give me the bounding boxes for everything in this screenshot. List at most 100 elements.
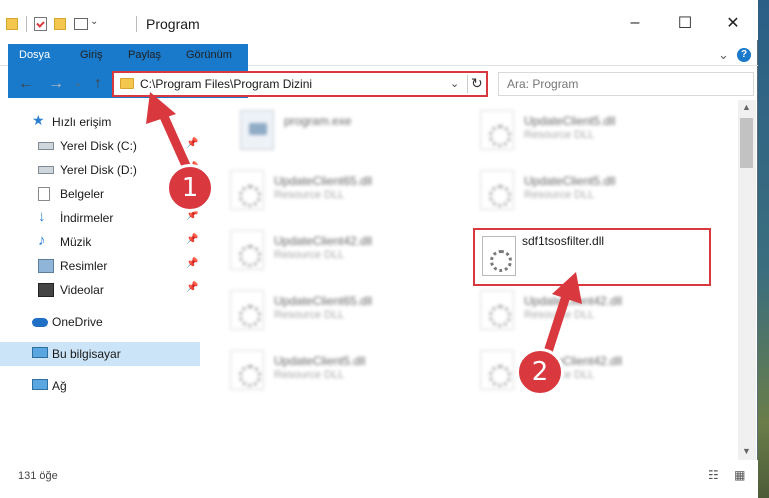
file-name: UpdateClient65.dll [274, 174, 373, 188]
sidebar-item-quick-access[interactable]: ★ Hızlı erişim [0, 110, 200, 134]
sidebar-item-label: Videolar [60, 283, 104, 297]
close-button[interactable]: ✕ [710, 8, 756, 38]
document-icon [38, 187, 50, 201]
vertical-scrollbar[interactable]: ▲ ▼ [738, 100, 756, 460]
sidebar-item-videos[interactable]: Videolar 📌 [0, 278, 200, 302]
sidebar-item-label: Müzik [60, 235, 92, 249]
sidebar-item-label: OneDrive [52, 315, 103, 329]
file-type: Resource DLL [274, 189, 345, 201]
file-type: Resource DLL [524, 129, 595, 141]
sidebar-item-onedrive[interactable]: OneDrive [0, 310, 200, 334]
address-divider [467, 75, 468, 93]
list-item[interactable]: UpdateClient42.dll Resource DLL [206, 222, 446, 276]
sidebar-item-downloads[interactable]: ↓ İndirmeler 📌 [0, 206, 200, 230]
title-bar: ⌄ Program – ☐ ✕ [0, 0, 758, 40]
dll-file-icon [230, 350, 264, 390]
file-name: program.exe [284, 114, 352, 128]
maximize-button[interactable]: ☐ [662, 8, 708, 38]
file-type: Resource DLL [274, 369, 345, 381]
dll-file-icon [230, 170, 264, 210]
search-placeholder: Ara: Program [507, 77, 579, 91]
view-toggle-icons[interactable]: ☷ ▦ [708, 468, 751, 482]
list-item[interactable]: UpdateClient42.dll Resource DLL [456, 282, 696, 336]
drive-icon [38, 142, 54, 150]
music-icon: ♪ [38, 232, 46, 249]
checkmark-icon [36, 19, 45, 28]
pin-icon[interactable]: 📌 [186, 282, 198, 293]
tab-view[interactable]: Görünüm [176, 44, 242, 66]
drive-icon [38, 166, 54, 174]
sidebar-item-label: İndirmeler [60, 211, 114, 225]
list-item[interactable]: program.exe [216, 102, 456, 156]
search-input[interactable]: Ara: Program [498, 72, 754, 96]
file-name: UpdateClient5.dll [524, 114, 616, 128]
address-bar[interactable]: C:\Program Files\Program Dizini ⌄ ↻ [112, 71, 488, 97]
minimize-button[interactable]: – [612, 8, 658, 38]
customize-toolbar-icon[interactable] [74, 18, 88, 30]
sidebar-item-this-pc[interactable]: Bu bilgisayar [0, 342, 200, 366]
network-icon [32, 379, 48, 390]
window-title: Program [146, 16, 200, 32]
quick-access-dropdown-icon[interactable]: ⌄ [90, 16, 98, 32]
computer-icon [32, 347, 48, 358]
sidebar-item-network[interactable]: Ağ [0, 374, 200, 398]
pin-icon[interactable]: 📌 [186, 258, 198, 269]
dll-file-icon [480, 290, 514, 330]
video-icon [38, 283, 54, 297]
tab-share[interactable]: Paylaş [118, 44, 171, 66]
file-type: Resource DLL [524, 309, 595, 321]
sidebar-item-label: Bu bilgisayar [52, 347, 121, 361]
help-icon[interactable]: ? [737, 48, 751, 62]
exe-file-icon [240, 110, 274, 150]
back-button[interactable]: ← [16, 74, 36, 94]
status-bar: 131 öğe ☷ ▦ [0, 460, 758, 498]
sidebar-item-music[interactable]: ♪ Müzik 📌 [0, 230, 200, 254]
ribbon-collapse-icon[interactable]: ⌄ [708, 44, 739, 66]
file-name: UpdateClient42.dll [274, 234, 373, 248]
title-divider [136, 16, 137, 32]
file-type: Resource DLL [274, 309, 345, 321]
toolbar-divider [26, 16, 27, 32]
file-type: Resource DLL [524, 189, 595, 201]
tab-home[interactable]: Giriş [70, 44, 113, 66]
properties-icon[interactable] [34, 17, 47, 31]
ribbon-tabs: Dosya Giriş Paylaş Görünüm ⌄ ? [0, 40, 758, 98]
pictures-icon [38, 259, 54, 273]
star-icon: ★ [32, 112, 45, 128]
dll-file-icon [230, 230, 264, 270]
list-item[interactable]: UpdateClient5.dll Resource DLL [206, 342, 446, 396]
scroll-up-icon[interactable]: ▲ [742, 102, 751, 112]
sidebar-item-label: Yerel Disk (D:) [60, 163, 137, 177]
desktop-background-strip [758, 0, 769, 498]
recent-locations-icon[interactable]: ⌄ [68, 74, 88, 94]
pin-icon[interactable]: 📌 [186, 138, 198, 149]
dll-file-icon [480, 170, 514, 210]
forward-button[interactable]: → [46, 74, 66, 94]
address-dropdown-icon[interactable]: ⌄ [450, 77, 459, 90]
address-path[interactable]: C:\Program Files\Program Dizini [140, 77, 312, 91]
new-folder-icon[interactable] [54, 18, 66, 30]
scrollbar-thumb[interactable] [740, 118, 753, 168]
up-button[interactable]: ↑ [88, 74, 108, 94]
sidebar-item-label: Resimler [60, 259, 108, 273]
navigation-pane: ★ Hızlı erişim Yerel Disk (C:) 📌 Yerel D… [0, 106, 202, 460]
list-item[interactable]: UpdateClient5.dll Resource DLL [456, 162, 696, 216]
step-2-badge: 2 [516, 348, 564, 396]
list-item[interactable]: UpdateClient65.dll Resource DLL [206, 162, 446, 216]
sidebar-item-label: Hızlı erişim [52, 115, 112, 129]
highlight-box [473, 228, 711, 286]
list-item[interactable]: UpdateClient5.dll Resource DLL [456, 102, 696, 156]
dll-file-icon [480, 110, 514, 150]
file-name: UpdateClient5.dll [524, 174, 616, 188]
scroll-down-icon[interactable]: ▼ [742, 446, 751, 456]
sidebar-item-label: Ağ [52, 379, 67, 393]
refresh-button[interactable]: ↻ [471, 75, 483, 92]
list-item[interactable]: UpdateClient65.dll Resource DLL [206, 282, 446, 336]
list-item[interactable]: UpdateClient42.dll Resource DLL [456, 342, 696, 396]
sidebar-item-local-disk-c[interactable]: Yerel Disk (C:) 📌 [0, 134, 200, 158]
sidebar-item-pictures[interactable]: Resimler 📌 [0, 254, 200, 278]
pin-icon[interactable]: 📌 [186, 234, 198, 245]
folder-icon [120, 78, 134, 89]
file-name: UpdateClient42.dll [524, 294, 623, 308]
folder-icon [6, 18, 18, 30]
